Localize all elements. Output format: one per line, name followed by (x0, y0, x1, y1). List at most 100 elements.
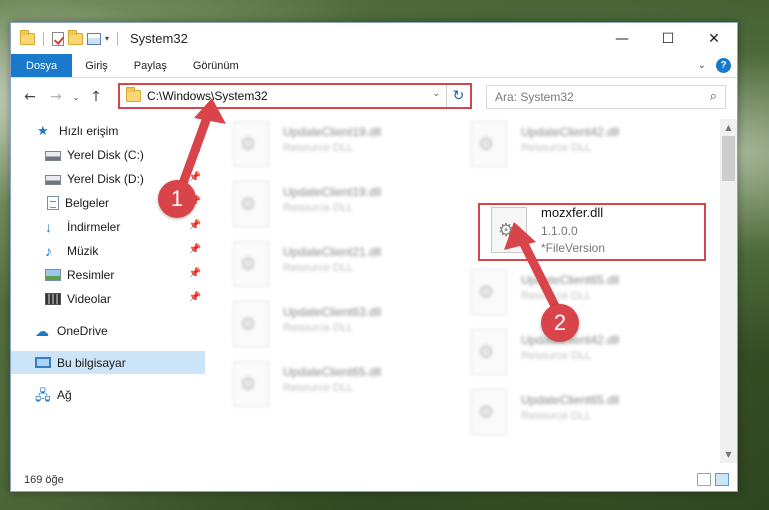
sidebar-item-downloads[interactable]: ↓ İndirmeler 📌 (11, 215, 205, 238)
list-item[interactable]: ⚙ UpdateClient65.dll Resource DLL (461, 387, 691, 443)
music-icon: ♪ (45, 242, 52, 259)
sidebar-item-label: Hızlı erişim (59, 123, 119, 138)
quick-access-toolbar: ▾ (11, 29, 122, 46)
list-item[interactable]: ⚙ UpdateClient42.dll Resource DLL (461, 327, 691, 383)
refresh-button[interactable]: ↻ (446, 85, 470, 107)
search-icon[interactable]: ⌕ (710, 89, 717, 104)
view-properties-icon[interactable] (87, 32, 101, 45)
download-icon: ↓ (45, 218, 52, 235)
window-controls: — ☐ ✕ (599, 23, 737, 54)
up-button[interactable]: ↑ (83, 84, 109, 110)
scroll-up-icon[interactable]: ▲ (720, 119, 737, 136)
toolbar-separator (117, 31, 119, 46)
navigation-row: ← → ⌄ ↑ C:\Windows\System32 ⌄ ↻ Ara: Sys… (11, 79, 737, 115)
sidebar-item-label: Belgeler (65, 195, 110, 210)
step-badge-1: 1 (158, 180, 196, 218)
address-bar[interactable]: C:\Windows\System32 ⌄ ↻ (118, 83, 472, 109)
dll-file-icon: ⚙ (233, 121, 269, 167)
file-name: UpdateClient19.dll (283, 185, 382, 199)
properties-check-icon[interactable] (52, 31, 64, 46)
new-folder-icon[interactable] (68, 29, 83, 45)
file-description: *FileVersion (541, 241, 606, 255)
folder-icon (126, 87, 141, 102)
dll-file-icon: ⚙ (471, 121, 507, 167)
window-title: System32 (130, 31, 188, 46)
dll-file-icon: ⚙ (491, 207, 527, 253)
list-item[interactable]: ⚙ UpdateClient42.dll Resource DLL (461, 119, 691, 175)
pictures-icon (45, 268, 61, 281)
file-name: UpdateClient42.dll (521, 125, 620, 139)
vertical-scrollbar[interactable]: ▲ ▼ (720, 119, 737, 463)
sidebar-item-onedrive[interactable]: ☁ OneDrive (11, 319, 205, 342)
file-name: UpdateClient21.dll (283, 245, 382, 259)
sidebar-item-this-pc[interactable]: Bu bilgisayar (11, 351, 205, 374)
sidebar-item-label: Videolar (67, 291, 111, 306)
forward-button[interactable]: → (43, 84, 69, 110)
ribbon-tabs: Dosya Giriş Paylaş Görünüm ⌄ ? (11, 54, 737, 78)
back-button[interactable]: ← (17, 84, 43, 110)
close-button[interactable]: ✕ (691, 23, 737, 54)
pin-icon[interactable]: 📌 (189, 172, 201, 183)
step-badge-2: 2 (541, 304, 579, 342)
navigation-pane: ★ Hızlı erişim Yerel Disk (C:) 📌 Yerel D… (11, 119, 213, 459)
list-item[interactable]: ⚙ UpdateClient19.dll Resource DLL (223, 119, 453, 175)
file-list: ⚙ UpdateClient19.dll Resource DLL ⚙ Updat… (223, 119, 720, 463)
address-dropdown-icon[interactable]: ⌄ (432, 89, 440, 99)
file-type: Resource DLL (521, 350, 592, 362)
sidebar-item-label: Bu bilgisayar (57, 355, 126, 370)
sidebar-item-quick-access[interactable]: ★ Hızlı erişim (11, 119, 205, 142)
file-type: Resource DLL (521, 410, 592, 422)
pin-icon[interactable]: 📌 (189, 292, 201, 303)
sidebar-item-videos[interactable]: Videolar 📌 (11, 287, 205, 310)
file-name: UpdateClient19.dll (283, 125, 382, 139)
dll-file-icon: ⚙ (233, 241, 269, 287)
file-explorer-window: ▾ System32 — ☐ ✕ Dosya Giriş Paylaş Görü… (10, 22, 738, 492)
sidebar-item-local-disk-c[interactable]: Yerel Disk (C:) 📌 (11, 143, 205, 166)
list-item[interactable]: ⚙ UpdateClient21.dll Resource DLL (223, 239, 453, 295)
scrollbar-thumb[interactable] (722, 136, 735, 181)
scroll-down-icon[interactable]: ▼ (720, 446, 737, 463)
star-icon: ★ (37, 122, 49, 138)
file-type: Resource DLL (283, 382, 354, 394)
list-item[interactable]: ⚙ UpdateClient65.dll Resource DLL (223, 359, 453, 415)
dll-file-icon: ⚙ (471, 329, 507, 375)
tab-file[interactable]: Dosya (11, 54, 73, 77)
search-input[interactable]: Ara: System32 ⌕ (486, 85, 726, 109)
pin-icon[interactable]: 📌 (189, 244, 201, 255)
sidebar-item-network[interactable]: 🖧 Ağ (11, 383, 205, 406)
item-count: 169 öğe (24, 474, 64, 486)
file-name: UpdateClient65.dll (283, 365, 382, 379)
sidebar-item-label: Yerel Disk (D:) (67, 171, 144, 186)
file-type: Resource DLL (283, 142, 354, 154)
tiles-view-icon[interactable] (715, 473, 729, 486)
customize-toolbar-dropdown-icon[interactable]: ▾ (105, 34, 109, 43)
pin-icon[interactable]: 📌 (189, 148, 201, 159)
sidebar-item-label: OneDrive (57, 323, 108, 338)
pin-icon[interactable]: 📌 (189, 268, 201, 279)
address-path[interactable]: C:\Windows\System32 (147, 89, 268, 103)
sidebar-item-pictures[interactable]: Resimler 📌 (11, 263, 205, 286)
help-icon[interactable]: ? (716, 58, 731, 73)
list-item[interactable]: ⚙ UpdateClient63.dll Resource DLL (223, 299, 453, 355)
tab-view[interactable]: Görünüm (180, 54, 252, 77)
tab-share[interactable]: Paylaş (121, 54, 180, 77)
pin-icon[interactable]: 📌 (189, 220, 201, 231)
sidebar-item-music[interactable]: ♪ Müzik 📌 (11, 239, 205, 262)
maximize-button[interactable]: ☐ (645, 23, 691, 54)
sidebar-item-label: Ağ (57, 387, 72, 402)
computer-icon (35, 357, 51, 368)
details-view-icon[interactable] (697, 473, 711, 486)
expand-ribbon-icon[interactable]: ⌄ (698, 60, 706, 71)
file-type: Resource DLL (283, 262, 354, 274)
highlighted-file-item[interactable]: ⚙ mozxfer.dll 1.1.0.0 *FileVersion (481, 205, 711, 261)
view-switcher (697, 473, 729, 486)
minimize-button[interactable]: — (599, 23, 645, 54)
disk-icon (45, 174, 61, 185)
file-type: Resource DLL (283, 322, 354, 334)
tab-home[interactable]: Giriş (72, 54, 121, 77)
list-item[interactable]: ⚙ UpdateClient19.dll Resource DLL (223, 179, 453, 235)
dll-file-icon: ⚙ (471, 389, 507, 435)
toolbar-separator (43, 31, 44, 46)
recent-locations-dropdown[interactable]: ⌄ (69, 84, 83, 110)
dll-file-icon: ⚙ (233, 361, 269, 407)
